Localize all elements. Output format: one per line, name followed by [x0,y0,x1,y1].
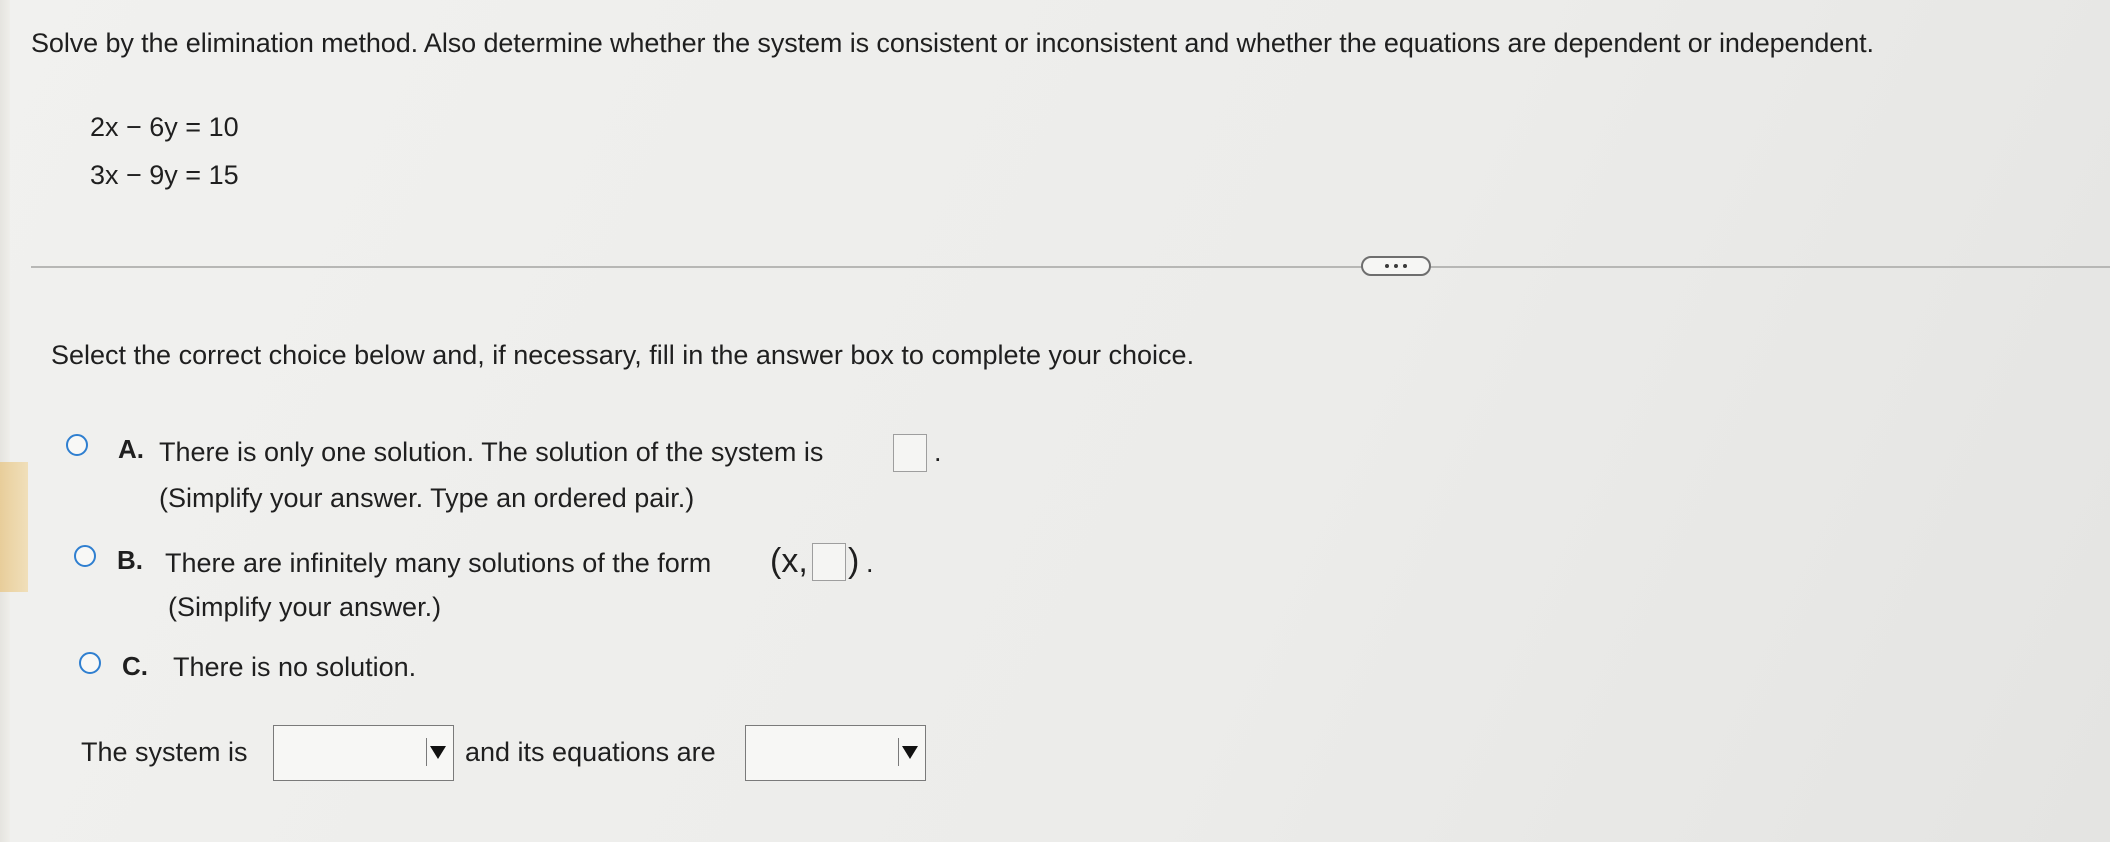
ellipsis-icon [1394,264,1398,268]
ellipsis-icon [1385,264,1389,268]
question-instructions: Solve by the elimination method. Also de… [31,28,1874,58]
question-page: Solve by the elimination method. Also de… [0,0,2110,842]
left-edge [0,0,10,842]
equation-1: 2x − 6y = 10 [90,112,239,142]
choice-a-text: There is only one solution. The solution… [159,437,824,467]
dropdown-arrow-icon[interactable] [426,738,449,766]
choice-b-period: . [866,548,874,578]
choice-b-form-suffix: ) [848,542,860,580]
choice-b-text: There are infinitely many solutions of t… [165,548,712,578]
radio-choice-a[interactable] [66,434,88,456]
equation-2: 3x − 9y = 15 [90,160,239,190]
dependency-dropdown[interactable] [745,725,926,781]
choice-b-answer-box[interactable] [812,543,846,581]
radio-choice-b[interactable] [74,545,96,567]
choice-a-answer-box[interactable] [893,434,927,472]
choice-b-form-prefix: (x, [770,542,808,580]
choice-a-hint: (Simplify your answer. Type an ordered p… [159,483,695,513]
accent-strip [0,462,28,592]
consistency-dropdown[interactable] [273,725,454,781]
choice-a-letter: A. [118,434,144,464]
dropdown-arrow-icon[interactable] [898,738,921,766]
ellipsis-icon [1403,264,1407,268]
choice-b-letter: B. [117,545,143,575]
choice-prompt: Select the correct choice below and, if … [51,340,1195,370]
choice-c-text: There is no solution. [173,652,417,682]
system-label: The system is [81,737,248,767]
equations-label: and its equations are [465,737,716,767]
more-options-button[interactable] [1361,256,1431,276]
choice-b-hint: (Simplify your answer.) [168,592,442,622]
radio-choice-c[interactable] [79,652,101,674]
choice-a-period: . [934,437,942,467]
section-divider [31,266,2110,268]
choice-c-letter: C. [122,651,148,681]
